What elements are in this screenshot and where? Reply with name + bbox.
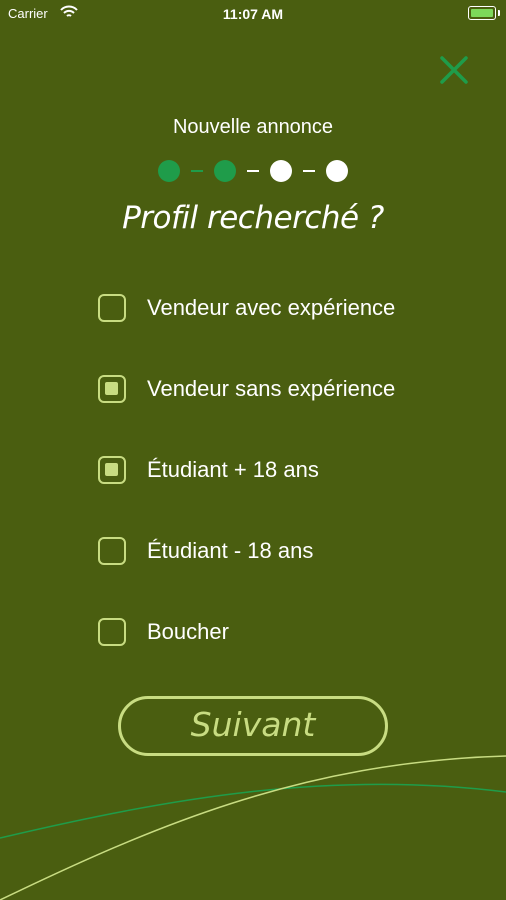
- step-dot: [158, 160, 180, 182]
- step-connector: [191, 170, 203, 172]
- step-indicator: [0, 158, 506, 184]
- option-label: Vendeur sans expérience: [147, 376, 396, 401]
- checkbox-icon[interactable]: [98, 618, 126, 646]
- close-icon: [440, 56, 468, 84]
- checkbox-icon[interactable]: [98, 537, 126, 565]
- option-row[interactable]: Boucher: [98, 614, 478, 650]
- checkbox-icon[interactable]: [98, 456, 126, 484]
- options-list: Vendeur avec expérience Vendeur sans expé…: [98, 290, 478, 695]
- option-row[interactable]: Étudiant + 18 ans: [98, 452, 478, 488]
- option-label: Boucher: [147, 619, 229, 644]
- status-bar: Carrier 11:07 AM: [0, 0, 506, 28]
- step-dot: [270, 160, 292, 182]
- step-dot: [214, 160, 236, 182]
- option-label: Étudiant + 18 ans: [147, 457, 319, 482]
- decorative-curves: [0, 755, 506, 900]
- question-title: Profil recherché ?: [122, 200, 384, 236]
- option-label: Vendeur avec expérience: [147, 295, 396, 320]
- header-title: Nouvelle annonce: [172, 116, 334, 138]
- close-button[interactable]: [436, 52, 472, 88]
- battery-tip: [498, 10, 500, 16]
- status-time: 11:07 AM: [222, 6, 284, 22]
- option-row[interactable]: Vendeur sans expérience: [98, 371, 478, 407]
- checkbox-icon[interactable]: [98, 375, 126, 403]
- battery-icon: [468, 6, 496, 20]
- step-connector: [247, 170, 259, 172]
- option-row[interactable]: Étudiant - 18 ans: [98, 533, 478, 569]
- option-label: Étudiant - 18 ans: [147, 538, 314, 563]
- step-connector: [303, 170, 315, 172]
- step-dot: [326, 160, 348, 182]
- checkbox-icon[interactable]: [98, 294, 126, 322]
- option-row[interactable]: Vendeur avec expérience: [98, 290, 478, 326]
